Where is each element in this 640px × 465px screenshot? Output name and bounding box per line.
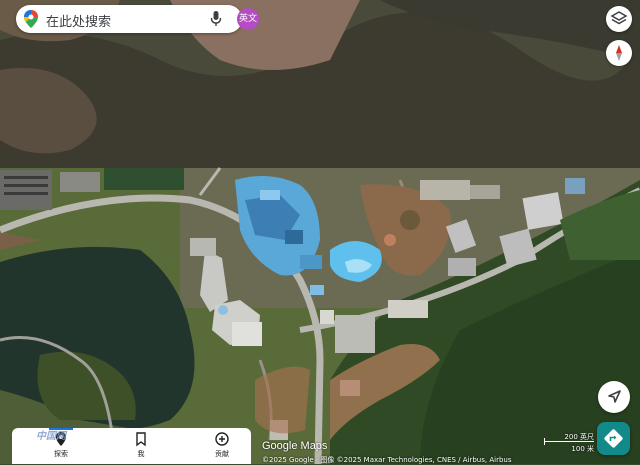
search-bar[interactable]: 在此处搜索 英文 — [16, 5, 259, 33]
navigation-arrow-icon — [608, 390, 621, 403]
search-input[interactable]: 在此处搜索 — [46, 11, 111, 30]
layers-icon — [610, 11, 628, 25]
google-maps-pin-icon — [24, 10, 38, 28]
scale-bar — [544, 441, 594, 442]
nav-me-label: 我 — [137, 450, 145, 458]
my-location-button[interactable] — [598, 381, 630, 413]
compass-button[interactable] — [606, 40, 632, 66]
site-watermark: 中国网 — [36, 431, 66, 442]
scale-tick — [544, 438, 545, 445]
scale-metric: 100 米 — [571, 445, 594, 453]
nav-contribute[interactable]: 贡献 — [197, 431, 247, 459]
add-circle-icon — [215, 432, 229, 446]
avatar[interactable]: 英文 — [237, 8, 259, 30]
layers-button[interactable] — [606, 6, 632, 32]
microphone-icon[interactable] — [210, 11, 222, 27]
map-scale: 200 英尺 100 米 — [544, 432, 594, 453]
nav-explore-label: 探索 — [54, 450, 68, 458]
satellite-map[interactable] — [0, 0, 640, 464]
nav-contribute-label: 贡献 — [215, 450, 229, 458]
directions-button[interactable] — [597, 422, 630, 455]
bookmark-icon — [136, 432, 146, 447]
directions-icon — [604, 429, 623, 448]
compass-icon — [616, 45, 622, 61]
google-maps-logo: Google Maps — [262, 440, 328, 452]
nav-me[interactable]: 我 — [116, 431, 166, 459]
